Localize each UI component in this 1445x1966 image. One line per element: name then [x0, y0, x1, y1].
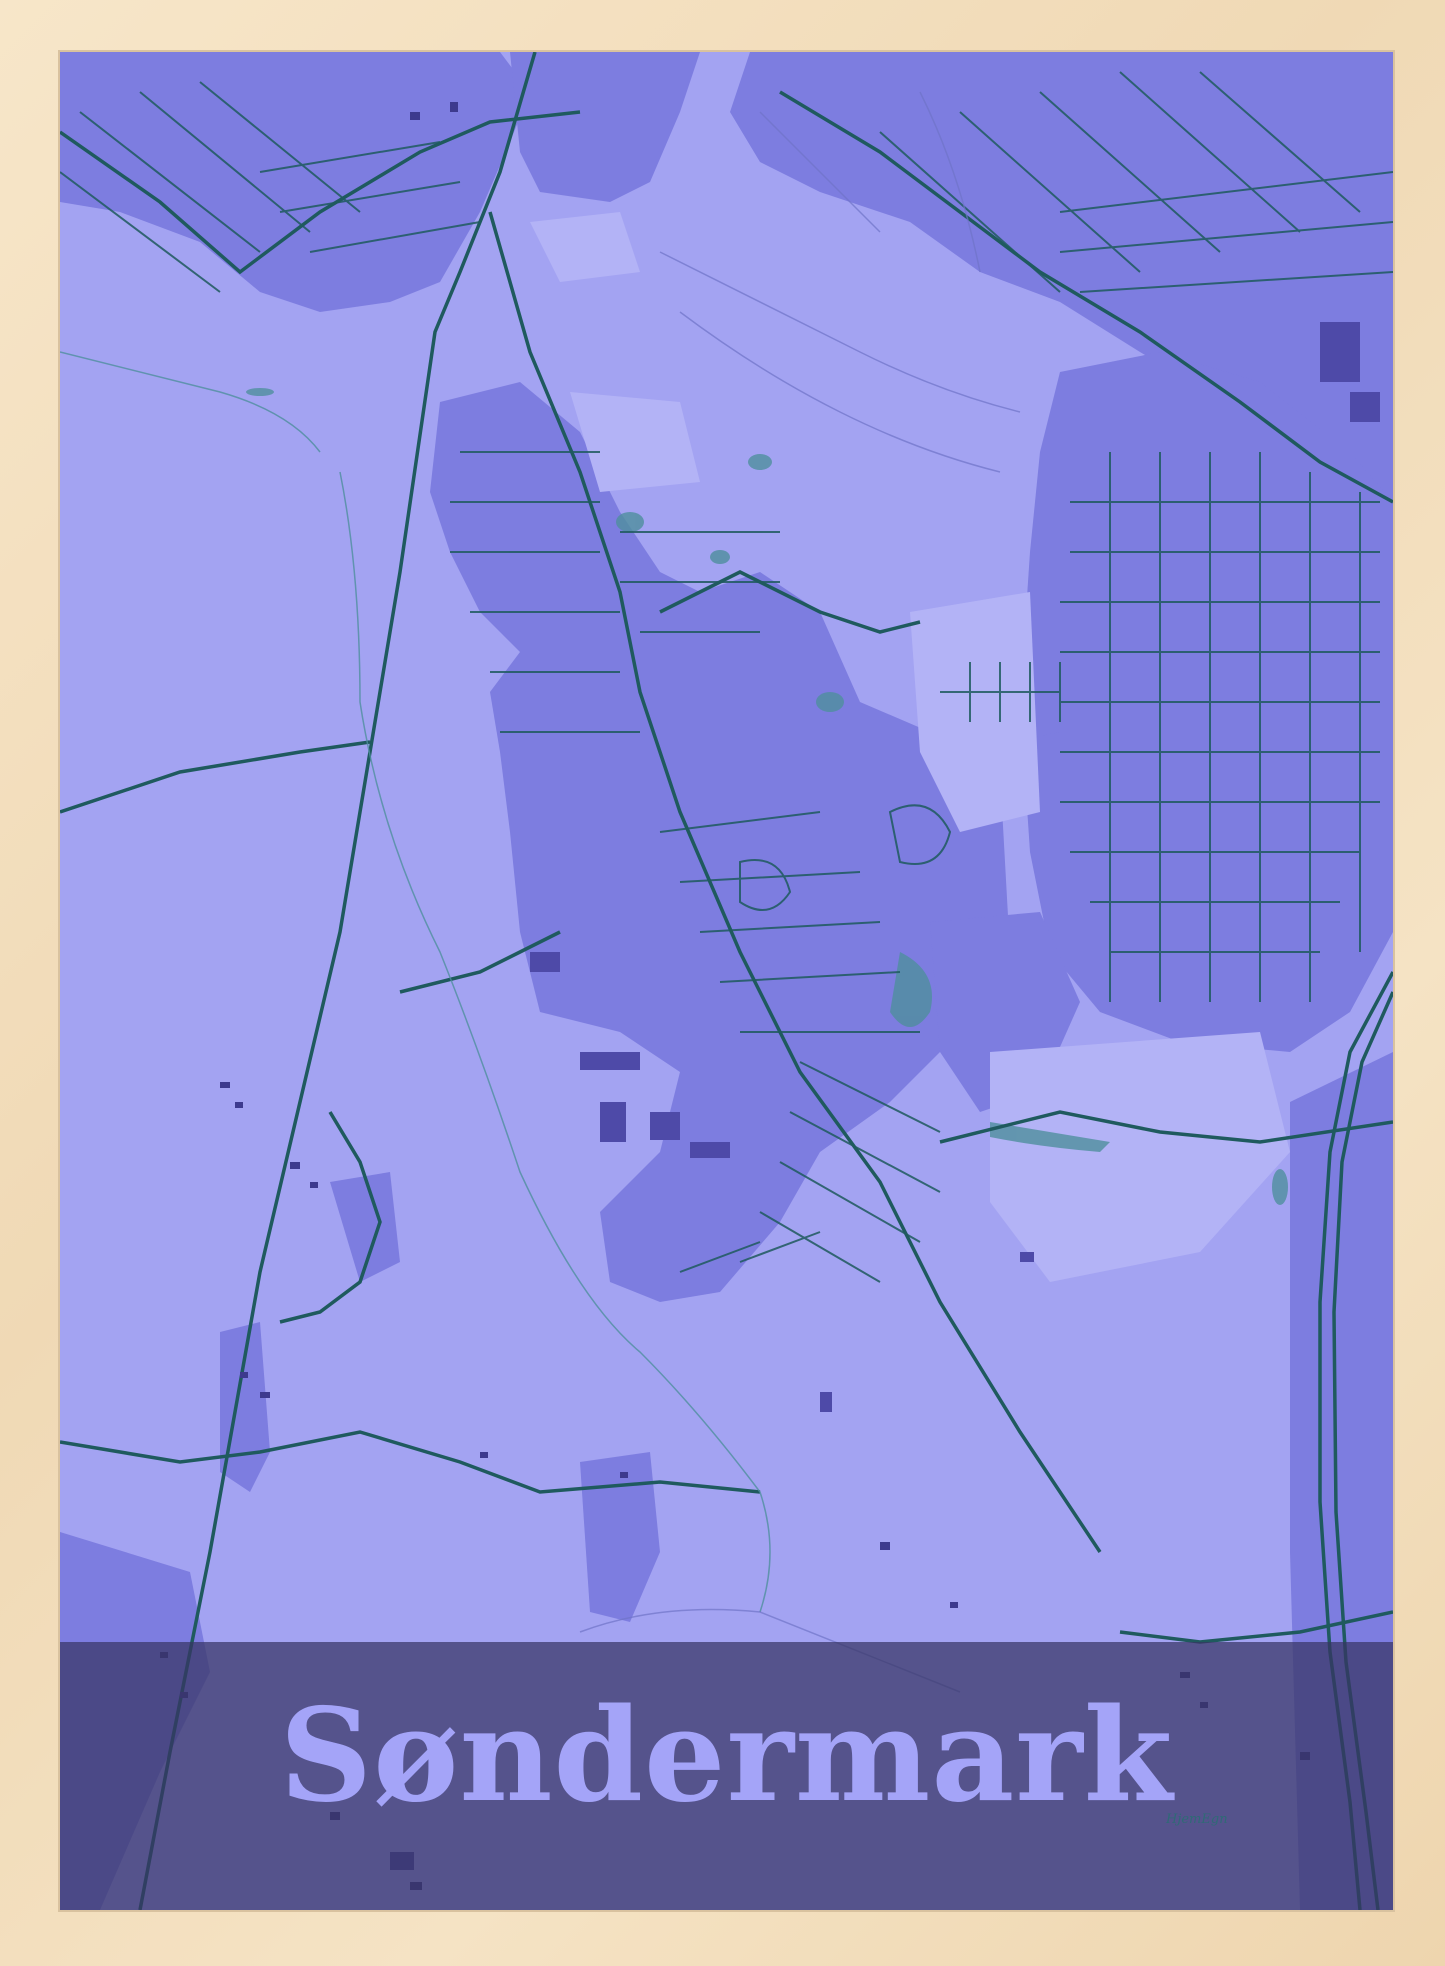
artist-signature: HjemEgn: [1166, 1812, 1228, 1827]
map-canvas: [60, 52, 1393, 1910]
place-title: Søndermark: [279, 1681, 1174, 1831]
map-poster: Søndermark HjemEgn: [60, 52, 1393, 1910]
